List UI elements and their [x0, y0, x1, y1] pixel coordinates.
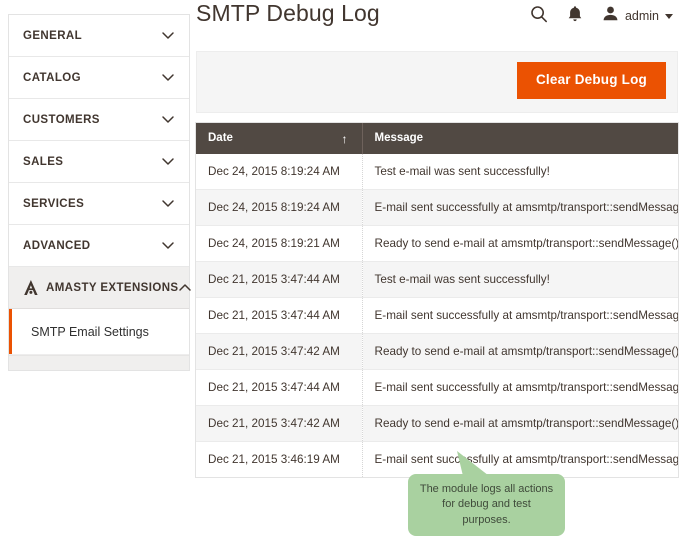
sidebar-item-customers[interactable]: CUSTOMERS	[9, 99, 189, 141]
page-title: SMTP Debug Log	[196, 0, 380, 26]
sidebar-item-general[interactable]: GENERAL	[9, 15, 189, 57]
table-row[interactable]: Dec 21, 2015 3:46:19 AM E-mail sent succe…	[196, 441, 679, 477]
cell-message: Test e-mail was sent successfully!	[362, 154, 678, 190]
table-body: Dec 24, 2015 8:19:24 AM Test e-mail was s…	[196, 154, 678, 477]
table-row[interactable]: Dec 24, 2015 8:19:21 AM Ready to send e-m…	[196, 225, 678, 262]
table-row[interactable]: Dec 24, 2015 8:19:24 AM Test e-mail was s…	[196, 154, 678, 190]
amasty-logo-icon	[23, 279, 39, 296]
sidebar-item-label: SALES	[23, 155, 64, 168]
chevron-down-icon	[161, 239, 175, 253]
table-row[interactable]: Dec 21, 2015 3:47:44 AM E-mail sent succe…	[196, 297, 678, 334]
sidebar-nav-list: GENERAL CATALOG CUSTOMERS SALES SERVICES ADVA…	[9, 15, 192, 309]
debug-log-table: Date ↑ Message Dec 24, 2015 8:19:24 AM Te…	[196, 123, 678, 477]
cell-date: Dec 21, 2015 3:46:19 AM	[196, 441, 363, 477]
column-header-message[interactable]: Message	[362, 123, 678, 154]
chevron-down-icon	[161, 71, 175, 85]
notifications-bell-icon[interactable]	[567, 5, 583, 28]
sidebar-item-catalog[interactable]: CATALOG	[9, 57, 189, 99]
table-row[interactable]: Dec 21, 2015 3:47:42 AM Ready to send e-m…	[196, 405, 678, 442]
chevron-down-icon	[161, 113, 175, 127]
cell-date: Dec 21, 2015 3:47:44 AM	[196, 369, 363, 406]
cell-message: E-mail sent successfully at amsmtp/trans…	[362, 189, 678, 226]
table-row[interactable]: Dec 21, 2015 3:47:44 AM E-mail sent succe…	[196, 369, 678, 406]
table-header-row: Date ↑ Message	[196, 123, 678, 154]
cell-message: Ready to send e-mail at amsmtp/transport…	[362, 405, 678, 442]
table-row[interactable]: Dec 24, 2015 8:19:24 AM E-mail sent succe…	[196, 189, 678, 226]
active-indicator-bar	[9, 309, 12, 354]
page-actions-toolbar: Clear Debug Log	[196, 51, 678, 113]
column-header-date[interactable]: Date ↑	[196, 123, 363, 154]
sidebar-item-services[interactable]: SERVICES	[9, 183, 189, 225]
column-header-message-label: Message	[374, 132, 424, 144]
sort-ascending-arrow-icon: ↑	[341, 131, 348, 146]
chevron-down-icon	[161, 155, 175, 169]
sidebar-item-label: AMASTY EXTENSIONS	[46, 281, 179, 294]
cell-date: Dec 21, 2015 3:47:42 AM	[196, 405, 363, 442]
sidebar-footer-strip	[9, 355, 189, 370]
cell-date: Dec 24, 2015 8:19:24 AM	[196, 189, 363, 226]
chevron-down-icon	[665, 13, 673, 19]
cell-date: Dec 21, 2015 3:47:42 AM	[196, 333, 363, 370]
cell-date: Dec 21, 2015 3:47:44 AM	[196, 261, 363, 298]
cell-message: Ready to send e-mail at amsmtp/transport…	[362, 225, 678, 262]
user-name-label: admin	[624, 9, 659, 23]
sidebar-item-advanced[interactable]: ADVANCED	[9, 225, 189, 267]
sidebar-item-label: CUSTOMERS	[23, 113, 100, 126]
cell-message: E-mail sent successfully at amsmtp/trans…	[362, 369, 678, 406]
sidebar-item-amasty-extensions[interactable]: AMASTY EXTENSIONS	[9, 267, 192, 309]
cell-date: Dec 24, 2015 8:19:21 AM	[196, 225, 363, 262]
chevron-down-icon	[161, 29, 175, 43]
table-row[interactable]: Dec 21, 2015 3:47:42 AM Ready to send e-m…	[196, 333, 678, 370]
callout-text: The module logs all actions for debug an…	[419, 482, 554, 526]
search-icon[interactable]	[530, 5, 548, 28]
clear-debug-log-button[interactable]: Clear Debug Log	[516, 62, 666, 99]
sidebar-item-label: SERVICES	[23, 197, 85, 210]
sidebar-subitem-smtp-email-settings[interactable]: SMTP Email Settings	[9, 309, 189, 355]
chevron-up-icon	[178, 281, 192, 295]
cell-message: E-mail sent successfully at amsmtp/trans…	[362, 297, 678, 334]
chevron-down-icon	[161, 197, 175, 211]
sidebar-subnav-list: SMTP Email Settings	[9, 309, 189, 355]
user-account-menu[interactable]: admin	[602, 5, 673, 27]
admin-sidebar-menu: GENERAL CATALOG CUSTOMERS SALES SERVICES ADVA…	[8, 14, 192, 371]
sidebar-subitem-label: SMTP Email Settings	[31, 324, 149, 339]
cell-message: Test e-mail was sent successfully!	[362, 261, 678, 298]
sidebar-item-sales[interactable]: SALES	[9, 141, 189, 183]
sidebar-item-label: GENERAL	[23, 29, 83, 42]
column-header-date-label: Date	[208, 132, 233, 144]
user-avatar-icon	[602, 5, 619, 27]
cell-date: Dec 21, 2015 3:47:44 AM	[196, 297, 363, 334]
cell-message: Ready to send e-mail at amsmtp/transport…	[362, 333, 678, 370]
cell-message: E-mail sent successfully at amsmtp/trans…	[374, 453, 679, 466]
header-toolbar: admin	[530, 2, 673, 30]
callout-bubble: The module logs all actions for debug an…	[408, 474, 565, 536]
table-header: Date ↑ Message	[196, 123, 678, 154]
cell-date: Dec 24, 2015 8:19:24 AM	[196, 154, 363, 190]
sidebar-item-label: ADVANCED	[23, 239, 91, 252]
table-row[interactable]: Dec 21, 2015 3:47:44 AM Test e-mail was s…	[196, 261, 678, 298]
sidebar-item-label: CATALOG	[23, 71, 81, 84]
